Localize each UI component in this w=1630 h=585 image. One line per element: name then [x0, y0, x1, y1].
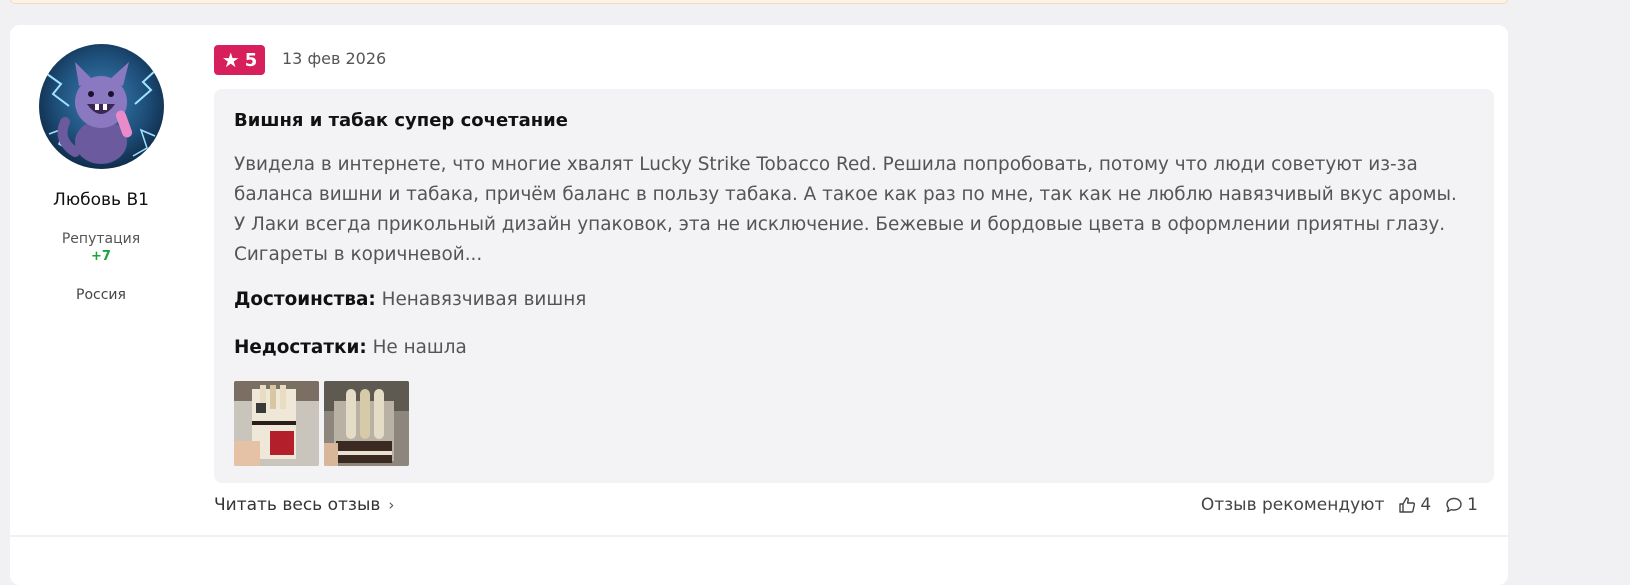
pros-label: Достоинства:	[234, 289, 376, 310]
recommend-label: Отзыв рекомендуют	[1200, 495, 1385, 515]
review-photo-thumbnail[interactable]	[324, 381, 409, 466]
star-icon: ★	[221, 48, 240, 72]
like-button[interactable]: 4	[1398, 495, 1431, 515]
author-name[interactable]: Любовь В1	[10, 190, 192, 210]
top-banner	[10, 0, 1508, 4]
review-photo-thumbnail[interactable]	[234, 381, 319, 466]
like-count: 4	[1420, 495, 1432, 515]
comment-bubble-icon	[1445, 496, 1463, 514]
divider	[10, 535, 1508, 537]
read-full-review-link[interactable]: Читать весь отзыв ›	[214, 495, 394, 515]
avatar[interactable]	[39, 44, 164, 169]
review-pros: Достоинства: Ненавязчивая вишня	[234, 289, 586, 310]
read-more-label: Читать весь отзыв	[214, 495, 381, 515]
review-cons: Недостатки: Не нашла	[234, 337, 467, 358]
cigarette-pack-photo	[234, 381, 319, 466]
thumbs-up-icon	[1398, 496, 1416, 514]
comment-count: 1	[1467, 495, 1478, 515]
review-reactions: Отзыв рекомендуют 4 1	[1201, 495, 1478, 515]
cons-value: Не нашла	[372, 337, 467, 358]
pros-value: Ненавязчивая вишня	[381, 289, 587, 310]
review-card: Любовь В1 Репутация +7 Россия ★ 5 13 фев…	[10, 25, 1508, 585]
review-title[interactable]: Вишня и табак супер сочетание	[234, 110, 568, 131]
cons-label: Недостатки:	[234, 337, 367, 358]
rating-badge: ★ 5	[214, 45, 265, 75]
review-body[interactable]: Вишня и табак супер сочетание Увидела в …	[214, 89, 1494, 483]
rating-value: 5	[244, 49, 258, 71]
avatar-image	[39, 44, 164, 169]
reputation-value: +7	[91, 249, 111, 264]
author-country: Россия	[76, 287, 126, 303]
reputation-label: Репутация	[61, 231, 141, 247]
cigarette-pack-photo	[324, 381, 409, 466]
review-date: 13 фев 2026	[282, 49, 387, 68]
chevron-right-icon: ›	[388, 496, 395, 514]
review-text: Увидела в интернете, что многие хвалят L…	[234, 154, 1457, 265]
comments-button[interactable]: 1	[1445, 495, 1478, 515]
